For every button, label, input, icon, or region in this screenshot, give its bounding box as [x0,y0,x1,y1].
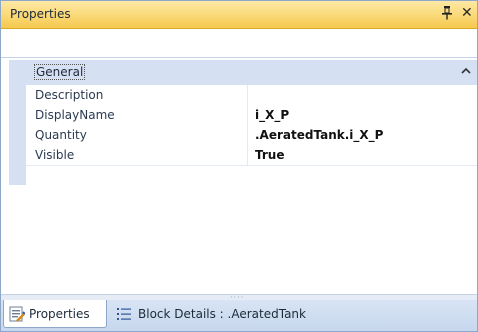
property-row-quantity[interactable]: Quantity .AeratedTank.i_X_P [26,125,477,146]
category-label: General [33,64,86,80]
property-name: Quantity [26,125,248,145]
property-value[interactable]: .AeratedTank.i_X_P [249,125,477,145]
tab-properties[interactable]: Properties [3,300,107,328]
property-value[interactable] [249,85,477,105]
properties-toolbar [1,29,477,58]
property-row-visible[interactable]: Visible True [26,145,477,166]
tab-block-details[interactable]: Block Details : .AeratedTank [111,300,331,328]
property-value[interactable]: True [249,145,477,165]
panel-title: Properties [10,7,71,21]
tab-label: Block Details : .AeratedTank [138,307,306,321]
category-gutter [9,85,26,185]
property-row-displayname[interactable]: DisplayName i_X_P [26,105,477,126]
properties-icon [9,306,25,322]
title-bar: Properties ✕ [1,1,477,29]
property-name: Visible [26,145,248,165]
properties-panel: Properties ✕ General Description Display… [0,0,478,332]
property-name: Description [26,85,248,105]
chevron-up-icon[interactable] [461,67,471,75]
property-name: DisplayName [26,105,248,125]
category-row-general[interactable]: General [9,60,477,85]
property-row-description[interactable]: Description [26,85,477,106]
tab-bar: Properties Block Details : .AeratedTank [1,300,477,331]
property-value[interactable]: i_X_P [249,105,477,125]
pin-icon[interactable] [442,6,452,20]
list-icon [117,308,131,320]
close-icon[interactable]: ✕ [461,5,473,21]
tab-label: Properties [29,307,90,321]
